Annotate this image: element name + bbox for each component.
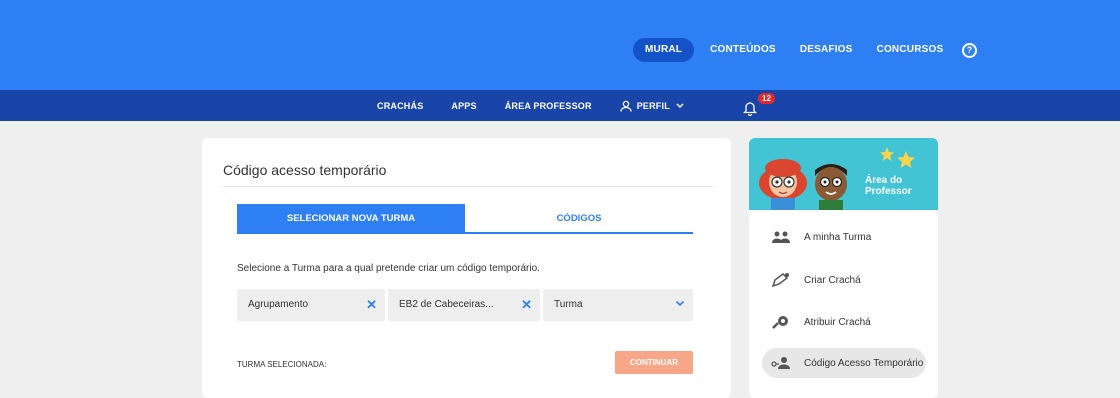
- subnav-item-area-professor[interactable]: ÁREA PROFESSOR: [505, 101, 592, 111]
- main-card: Código acesso temporário SELECIONAR NOVA…: [202, 138, 731, 398]
- nav-item-conteudos[interactable]: CONTEÚDOS: [710, 38, 776, 62]
- badge-award-icon: [766, 312, 796, 332]
- teachers-illustration: [759, 159, 847, 210]
- sidebar-item-label: Atribuir Crachá: [804, 316, 871, 328]
- sidebar-item-criar-cracha[interactable]: Criar Crachá: [762, 265, 926, 295]
- sidebar-header: Área do Professor: [749, 138, 938, 210]
- sidebar-item-minha-turma[interactable]: A minha Turma: [762, 222, 926, 252]
- user-icon: [620, 100, 632, 112]
- subnav-item-crachas[interactable]: CRACHÁS: [377, 101, 423, 111]
- turma-value: Turma: [554, 299, 583, 310]
- tabs: SELECIONAR NOVA TURMA CÓDIGOS: [237, 204, 693, 235]
- star-icon: [880, 147, 915, 168]
- nav-item-concursos[interactable]: CONCURSOS: [877, 38, 944, 62]
- sidebar-item-label: Criar Crachá: [804, 274, 861, 286]
- tab-codigos[interactable]: CÓDIGOS: [465, 204, 693, 234]
- key-person-icon: [766, 353, 796, 373]
- escola-value: EB2 de Cabeceiras...: [399, 299, 494, 310]
- instruction-text: Selecione a Turma para a qual pretende c…: [237, 263, 540, 274]
- chevron-down-icon: [676, 103, 684, 108]
- sidebar-item-label: A minha Turma: [804, 231, 872, 243]
- continue-button[interactable]: CONTINUAR: [615, 351, 693, 374]
- sidebar-title: Área do Professor: [865, 175, 912, 197]
- clear-agrupamento-icon[interactable]: ✕: [366, 289, 377, 321]
- agrupamento-value: Agrupamento: [248, 299, 309, 310]
- notification-badge: 12: [758, 93, 775, 104]
- tab-selecionar-nova-turma[interactable]: SELECIONAR NOVA TURMA: [237, 204, 465, 234]
- subnav-item-apps[interactable]: APPS: [451, 101, 476, 111]
- notifications-button[interactable]: 12: [743, 93, 779, 118]
- help-icon[interactable]: ?: [962, 43, 977, 58]
- profile-label: PERFIL: [636, 100, 670, 111]
- page-title: Código acesso temporário: [223, 162, 387, 178]
- teacher-sidebar: Área do Professor A minha Turma Criar Cr…: [749, 138, 938, 398]
- agrupamento-select[interactable]: Agrupamento ✕: [237, 289, 385, 321]
- bell-icon: [743, 102, 757, 116]
- divider: [223, 186, 713, 187]
- sidebar-item-codigo-acesso-temporario[interactable]: Código Acesso Temporário: [762, 348, 926, 378]
- sidebar-item-atribuir-cracha[interactable]: Atribuir Crachá: [762, 307, 926, 337]
- nav-item-mural[interactable]: MURAL: [633, 38, 695, 62]
- turma-select[interactable]: Turma: [543, 289, 693, 321]
- group-icon: [766, 227, 796, 247]
- sidebar-title-line1: Área do: [865, 175, 903, 186]
- pencil-badge-icon: [766, 270, 796, 290]
- sub-bar: CRACHÁS APPS ÁREA PROFESSOR PERFIL 12: [0, 90, 1120, 121]
- sidebar-item-label: Código Acesso Temporário: [804, 357, 924, 369]
- top-nav: MURAL CONTEÚDOS DESAFIOS CONCURSOS: [633, 38, 967, 62]
- escola-select[interactable]: EB2 de Cabeceiras... ✕: [388, 289, 540, 321]
- nav-item-desafios[interactable]: DESAFIOS: [800, 38, 853, 62]
- selected-turma-label: TURMA SELECIONADA:: [237, 360, 327, 369]
- clear-escola-icon[interactable]: ✕: [521, 289, 532, 321]
- sub-nav: CRACHÁS APPS ÁREA PROFESSOR PERFIL: [377, 90, 717, 121]
- top-bar: MURAL CONTEÚDOS DESAFIOS CONCURSOS ?: [0, 0, 1120, 90]
- profile-menu[interactable]: PERFIL: [620, 100, 689, 112]
- chevron-down-icon: [675, 289, 685, 321]
- sidebar-title-line2: Professor: [865, 186, 912, 197]
